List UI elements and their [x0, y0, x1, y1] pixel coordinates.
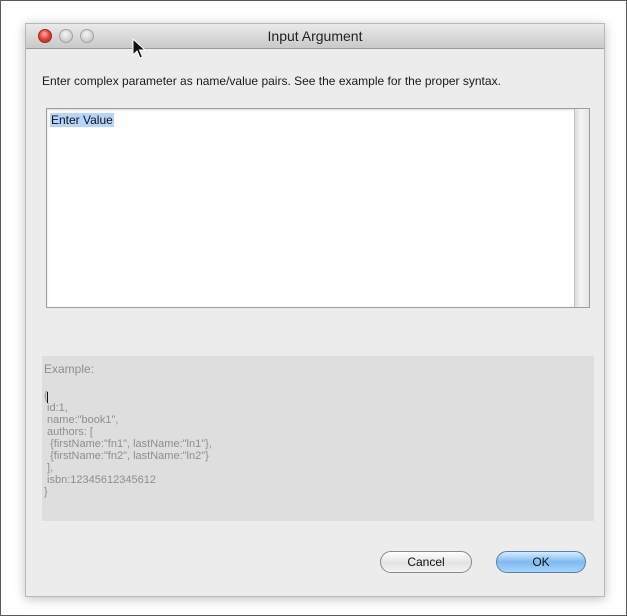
ok-button[interactable]: OK [496, 551, 586, 573]
value-text[interactable]: Enter Value [50, 113, 114, 127]
title-bar[interactable]: Input Argument [26, 24, 604, 49]
screenshot-frame: Input Argument Enter complex parameter a… [0, 0, 627, 616]
example-code[interactable]: { id:1, name:"book1", authors: [ {firstN… [44, 390, 212, 498]
vertical-scrollbar[interactable] [574, 109, 589, 307]
value-textarea[interactable]: Enter Value [46, 108, 590, 308]
example-label: Example: [44, 362, 95, 376]
text-caret [47, 392, 48, 403]
example-panel: Example: { id:1, name:"book1", authors: … [42, 356, 594, 521]
mouse-cursor-icon [132, 38, 147, 59]
window-title: Input Argument [267, 28, 363, 44]
instructions-text: Enter complex parameter as name/value pa… [42, 74, 501, 88]
cancel-button[interactable]: Cancel [380, 551, 472, 573]
input-argument-dialog: Input Argument Enter complex parameter a… [25, 23, 605, 597]
